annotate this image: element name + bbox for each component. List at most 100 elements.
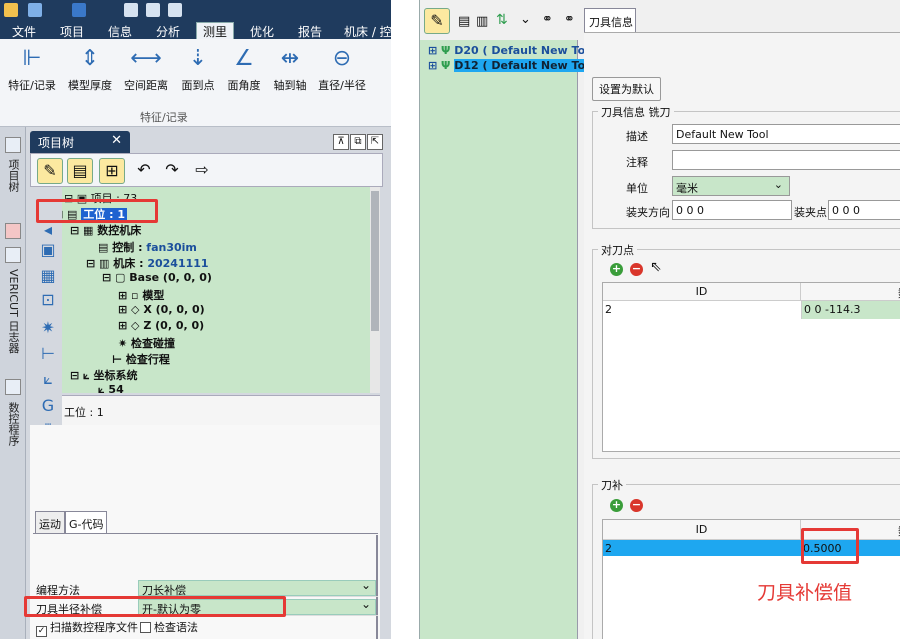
- tab-tool-info[interactable]: 刀具信息: [584, 8, 636, 32]
- dock-icon[interactable]: ⇱: [367, 134, 383, 150]
- tool-manager-window: ✎ ▤ ▥ ⇅ ⌄ ⚭ ⚭ ⊞ Ψ D20 ( Default New Tool…: [419, 0, 900, 639]
- mouse-icon[interactable]: ✎: [37, 158, 63, 184]
- check-syntax-checkbox[interactable]: 检查语法: [140, 619, 198, 635]
- gage-row-value[interactable]: 0 0 -114.3: [801, 301, 900, 319]
- tool-item-d20[interactable]: ⊞ Ψ D20 ( Default New Tool ): [428, 44, 605, 57]
- mouse-icon[interactable]: ✎: [424, 8, 450, 34]
- layout-icon[interactable]: [146, 3, 160, 17]
- set-default-button[interactable]: 设置为默认: [592, 77, 661, 101]
- unit-label: 单位: [626, 182, 648, 195]
- document-icon[interactable]: ▤: [67, 158, 93, 184]
- folder-icon[interactable]: [4, 3, 18, 17]
- binoculars-icon[interactable]: ⚭: [542, 12, 553, 27]
- menu-info[interactable]: 信息: [108, 23, 132, 40]
- pin-icon[interactable]: [5, 223, 21, 239]
- add-icon[interactable]: +: [610, 499, 623, 512]
- highlight-setup-box: [36, 199, 158, 223]
- add-icon[interactable]: ⊞: [99, 158, 125, 184]
- coordinate-icon[interactable]: ⟀: [37, 368, 59, 390]
- diameter-icon: ⊖: [332, 45, 352, 71]
- tree-x-axis[interactable]: ⊞ ◇ X (0, 0, 0): [118, 303, 205, 316]
- programming-method-select[interactable]: 刀长补偿: [138, 578, 376, 597]
- tool-manager-toolbar: ✎ ▤ ▥ ⇅ ⌄ ⚭ ⚭: [420, 0, 580, 40]
- layout-icon[interactable]: [124, 3, 138, 17]
- setup-section-header: 工位 : 1: [62, 395, 380, 425]
- export-icon[interactable]: ⇨: [189, 158, 215, 184]
- side-tab-project-tree[interactable]: 项目树: [5, 159, 21, 192]
- tab-project-tree[interactable]: 项目树 ✕: [30, 131, 130, 153]
- clamp-direction-input[interactable]: 0 0 0: [672, 200, 792, 220]
- menu-optimize[interactable]: 优化: [250, 23, 274, 40]
- note-input[interactable]: [672, 150, 900, 170]
- offset-row-id[interactable]: 2: [605, 542, 612, 555]
- save-icon[interactable]: [28, 3, 42, 17]
- scrollbar-thumb[interactable]: [371, 191, 379, 331]
- offset-col-id: ID: [603, 520, 801, 540]
- tree-collision[interactable]: ✷ 检查碰撞: [118, 335, 175, 351]
- list-icon[interactable]: ▥: [476, 14, 488, 29]
- tree-z-axis[interactable]: ⊞ ◇ Z (0, 0, 0): [118, 319, 204, 332]
- travel-icon[interactable]: ⊢: [37, 342, 59, 364]
- diameter-radius-button[interactable]: ⊖ 直径/半径: [314, 43, 370, 93]
- clamp-direction-label: 装夹方向: [626, 206, 670, 219]
- grid-icon[interactable]: ▤: [458, 14, 470, 29]
- sort-icon[interactable]: ⇅: [496, 12, 508, 28]
- tool-item-d12[interactable]: ⊞ Ψ D12 ( Default New Tool ): [428, 59, 606, 72]
- clamp-point-label: 装夹点: [794, 206, 827, 219]
- chevron-down-icon[interactable]: ⌄: [520, 12, 531, 27]
- tree-base[interactable]: ⊟ ▢ Base (0, 0, 0): [102, 271, 212, 284]
- menu-machine-control[interactable]: 机床 / 控制: [344, 23, 391, 40]
- redo-icon[interactable]: ↷: [159, 158, 185, 184]
- vericut-logo-icon: [5, 247, 21, 263]
- info-icon[interactable]: [72, 3, 86, 17]
- tree-travel[interactable]: ⊢ 检查行程: [112, 351, 170, 367]
- checkbox-checked[interactable]: ✓: [36, 626, 47, 637]
- float-icon[interactable]: ⧉: [350, 134, 366, 150]
- remove-icon[interactable]: −: [630, 263, 643, 276]
- gage-col-id: ID: [603, 283, 801, 301]
- tab-motion[interactable]: 运动: [35, 511, 65, 533]
- close-icon[interactable]: ✕: [111, 133, 122, 148]
- menu-analysis[interactable]: 分析: [156, 23, 180, 40]
- pin-icon[interactable]: [5, 137, 21, 153]
- pin-icon[interactable]: ⊼: [333, 134, 349, 150]
- tree-machine[interactable]: ⊟ ▦ 数控机床: [70, 222, 141, 238]
- tree-machine-file[interactable]: ⊟ ▥ 机床 : 20241111: [86, 255, 209, 271]
- menu-report[interactable]: 报告: [298, 23, 322, 40]
- tree-csys[interactable]: ⊟ ⟀ 坐标系统: [70, 367, 137, 383]
- scan-nc-checkbox[interactable]: ✓ 扫描数控程序文件: [36, 619, 138, 637]
- annotation-tool-comp-value: 刀具补偿值: [757, 582, 853, 604]
- machine-icon[interactable]: ▦: [37, 264, 59, 286]
- tree-scrollbar[interactable]: [370, 187, 380, 393]
- setup-icon[interactable]: ▣: [37, 238, 59, 260]
- tree-control[interactable]: ▤ 控制 : fan30im: [98, 239, 197, 255]
- menu-project[interactable]: 项目: [60, 23, 84, 40]
- undo-icon[interactable]: ↶: [131, 158, 157, 184]
- g-code-icon[interactable]: G: [37, 394, 59, 416]
- add-icon[interactable]: +: [610, 263, 623, 276]
- axis-icon: ⇹: [280, 45, 300, 71]
- component-icon[interactable]: ⊡: [37, 288, 59, 310]
- axis-to-axis-button[interactable]: ⇹ 轴到轴: [262, 43, 318, 93]
- side-tab-logger[interactable]: VERICUT 日志器: [5, 269, 21, 353]
- collision-icon[interactable]: ✷: [37, 316, 59, 338]
- gage-point-table: ID 数 2 0 0 -114.3: [602, 282, 900, 452]
- tree-csys-child[interactable]: ⟀ 54: [98, 383, 124, 393]
- tab-divider: [33, 533, 378, 534]
- feature-record-button[interactable]: ⊩ 特征/记录: [4, 43, 60, 93]
- checkbox-unchecked[interactable]: [140, 622, 151, 633]
- unit-select[interactable]: 毫米 ⌄: [672, 176, 790, 196]
- model-thickness-button[interactable]: ⇕ 模型厚度: [62, 43, 118, 93]
- tree-model[interactable]: ⊞ ▫ 模型: [118, 287, 164, 303]
- tab-g-code[interactable]: G-代码: [65, 511, 107, 533]
- space-distance-button[interactable]: ⟷ 空间距离: [118, 43, 174, 93]
- gage-row-id[interactable]: 2: [605, 303, 612, 316]
- clamp-point-input[interactable]: 0 0 0: [828, 200, 900, 220]
- cursor-icon[interactable]: ⇖: [650, 259, 662, 275]
- remove-icon[interactable]: −: [630, 499, 643, 512]
- layout-icon[interactable]: [168, 3, 182, 17]
- binoculars-icon[interactable]: ⚭: [564, 12, 575, 27]
- menu-file[interactable]: 文件: [12, 23, 36, 40]
- side-tab-nc-program[interactable]: 数控程序: [5, 402, 21, 446]
- description-input[interactable]: Default New Tool: [672, 124, 900, 144]
